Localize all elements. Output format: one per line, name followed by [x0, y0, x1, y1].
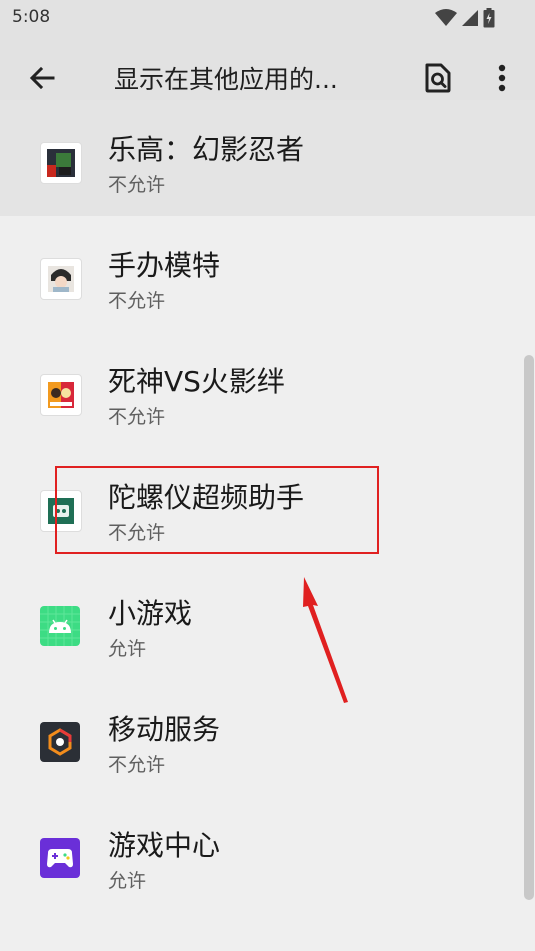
- annotation-arrow-icon: [303, 577, 348, 703]
- screen: 5:08 显示在其他应用的... 乐高：幻影忍者 不允许 手办模特 不允许 死神…: [0, 0, 535, 951]
